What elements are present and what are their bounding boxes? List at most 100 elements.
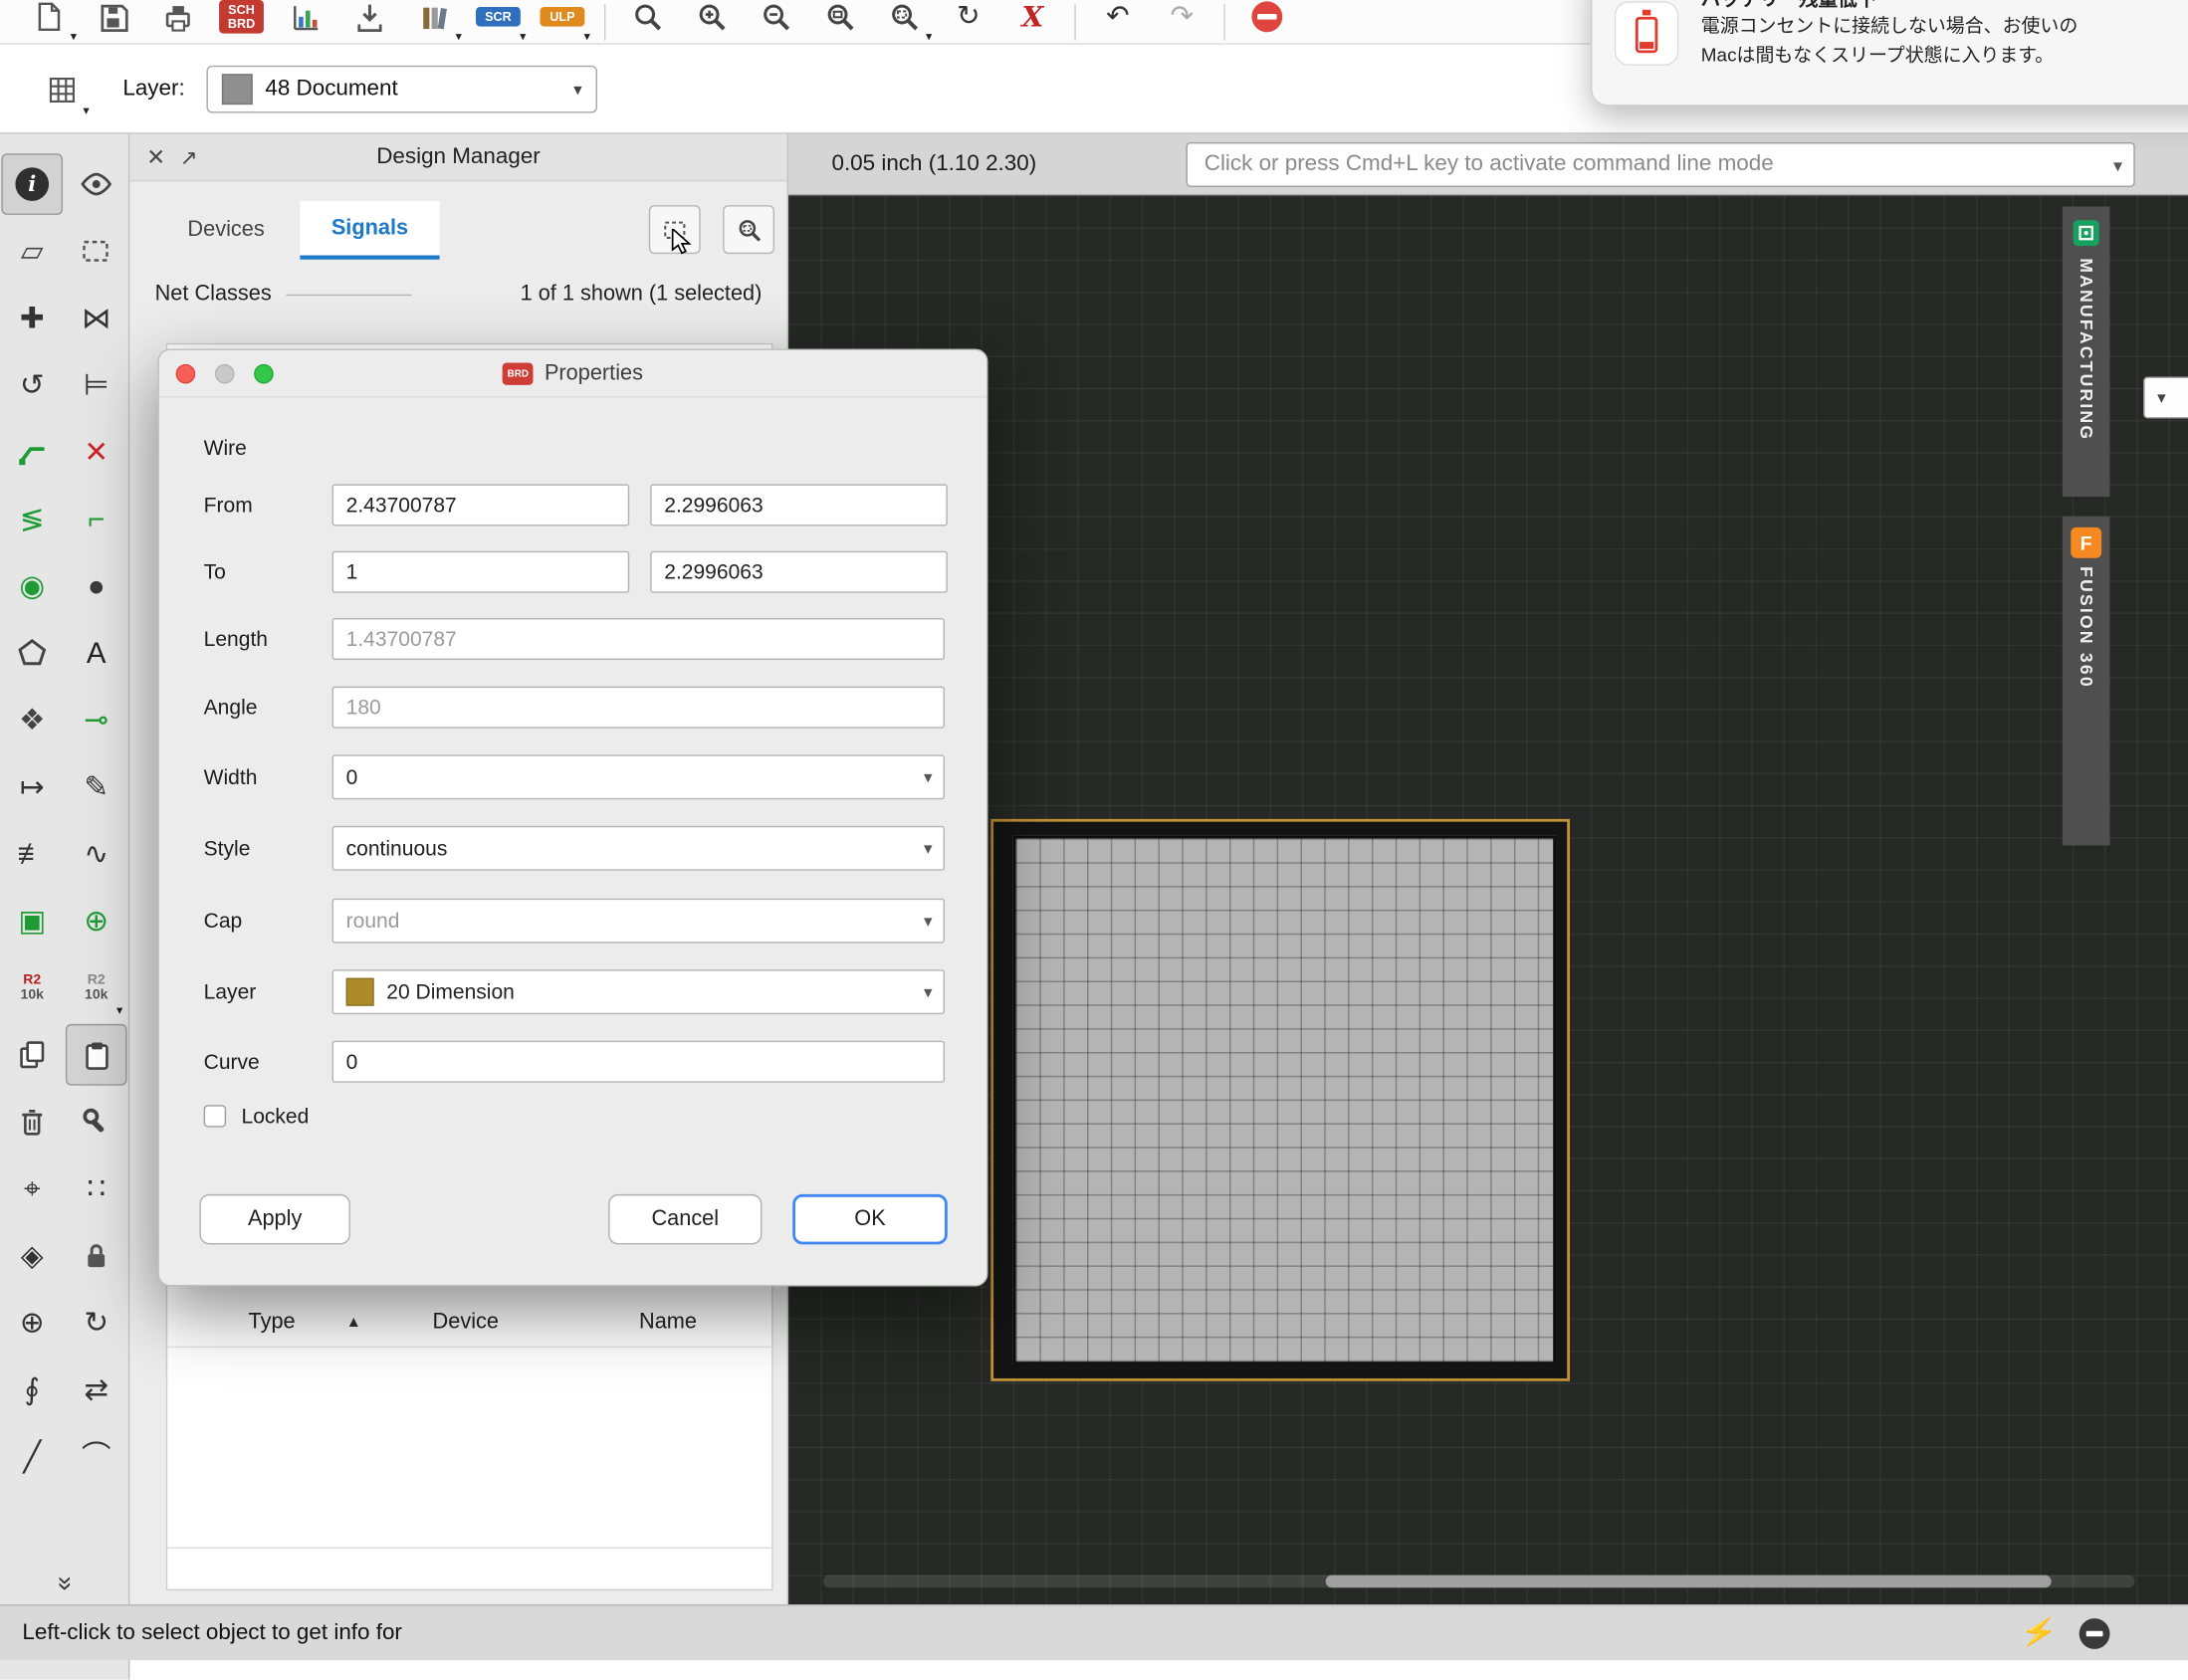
grid-icon	[45, 73, 79, 106]
command-input[interactable]	[1188, 143, 2133, 185]
to-y-input[interactable]	[650, 551, 948, 593]
manufacturing-tab[interactable]: MANUFACTURING	[2063, 206, 2110, 497]
draw-arc-button[interactable]: ⌒	[66, 1426, 127, 1488]
run-ulp-button[interactable]: ULP▾	[531, 0, 594, 45]
redo-button[interactable]: ↷	[1150, 0, 1213, 45]
coil-button[interactable]: ∮	[1, 1359, 63, 1420]
ok-button[interactable]: OK	[792, 1194, 948, 1244]
zoom-selection-button[interactable]	[723, 205, 774, 254]
zoom-out-button[interactable]	[744, 0, 807, 45]
wrench-button[interactable]	[66, 1091, 127, 1153]
horizontal-scrollbar[interactable]	[823, 1575, 2135, 1588]
zoom-window-button[interactable]	[615, 0, 679, 45]
move-button[interactable]: ✚	[1, 288, 63, 349]
locked-checkbox[interactable]	[204, 1105, 226, 1127]
show-button[interactable]	[66, 153, 127, 215]
close-icon[interactable]: ✕	[146, 143, 165, 171]
add-part-button[interactable]: ⊕	[66, 890, 127, 951]
via-icon: ◉	[19, 571, 45, 600]
sort-ascending-icon[interactable]: ▲	[346, 1314, 361, 1331]
width-value: 0	[346, 765, 358, 789]
pad-button[interactable]: ●	[66, 555, 127, 617]
status-icons: ⚡	[2021, 1616, 2166, 1650]
miter-button[interactable]: ⊸	[66, 689, 127, 750]
signal-hide-button[interactable]: ≢	[1, 823, 63, 885]
column-name[interactable]: Name	[639, 1310, 697, 1335]
canvas-side-dropdown[interactable]: ▾	[2143, 376, 2188, 418]
cancel-button[interactable]: Cancel	[608, 1194, 762, 1244]
display-layers-button[interactable]: ▱	[1, 220, 63, 282]
style-select[interactable]: continuous ▾	[332, 826, 945, 871]
pinswap-button[interactable]: ↦	[1, 756, 63, 818]
redraw-button[interactable]: ↻	[937, 0, 1000, 45]
draw-arc-icon: ⌒	[82, 1442, 110, 1471]
zoom-select-button[interactable]: ▾	[872, 0, 936, 45]
via-button[interactable]: ◉	[1, 555, 63, 617]
smash-button[interactable]: R210k ▾	[66, 957, 127, 1019]
width-select[interactable]: 0 ▾	[332, 754, 945, 799]
switch-sch-brd-button[interactable]: SCHBRD	[209, 0, 273, 45]
mirror-button[interactable]: ⋈	[66, 288, 127, 349]
open-document-button[interactable]: ▾	[17, 0, 81, 45]
unroute-button[interactable]: ⌐	[66, 489, 127, 550]
board-3d-button[interactable]: ▣	[1, 890, 63, 951]
from-x-input[interactable]	[332, 484, 630, 525]
run-script-button[interactable]: SCR▾	[466, 0, 530, 45]
copy-button[interactable]	[1, 1024, 63, 1086]
paste-button[interactable]	[66, 1024, 127, 1086]
print-button[interactable]	[145, 0, 209, 45]
from-y-input[interactable]	[650, 484, 948, 525]
apply-button[interactable]: Apply	[199, 1194, 349, 1244]
command-line[interactable]: ▾	[1187, 142, 2135, 187]
polygon-button[interactable]	[1, 622, 63, 684]
board-canvas[interactable]	[788, 195, 2188, 1604]
battery-notification[interactable]: バッテリー残量低下 電源コンセントに接続しない場合、お使いの Macは間もなくス…	[1591, 0, 2188, 106]
library-button[interactable]: ▾	[402, 0, 466, 45]
sheet-chart-button[interactable]	[274, 0, 337, 45]
meander-button[interactable]: ∿	[66, 823, 127, 885]
cancel-command-button[interactable]: X	[1000, 0, 1064, 45]
dialog-titlebar[interactable]: BRD Properties	[159, 350, 986, 398]
smash-icon: R210k	[85, 972, 108, 1003]
ripup-button[interactable]: ✕	[66, 421, 127, 483]
rotate-button[interactable]: ↺	[1, 354, 63, 416]
import-button[interactable]	[337, 0, 401, 45]
fusion-360-tab[interactable]: F FUSION 360	[2063, 517, 2110, 846]
caret-icon: ▾	[116, 1004, 122, 1017]
error-stop-icon[interactable]	[2079, 1617, 2110, 1648]
tag-button[interactable]: ◈	[1, 1225, 63, 1287]
route-differential-button[interactable]: ≶	[1, 489, 63, 550]
info-button[interactable]: i	[1, 153, 63, 215]
value-button[interactable]: R210k	[1, 957, 63, 1019]
column-device[interactable]: Device	[433, 1310, 499, 1335]
popout-icon[interactable]: ↗	[180, 144, 198, 169]
swap-gates-button[interactable]: ⇄	[66, 1359, 127, 1420]
route-button[interactable]	[1, 421, 63, 483]
tab-devices[interactable]: Devices	[156, 201, 296, 260]
layer-field-select[interactable]: 20 Dimension ▾	[332, 969, 945, 1014]
replace-button[interactable]: ↻	[66, 1292, 127, 1354]
save-button[interactable]	[81, 0, 144, 45]
to-x-input[interactable]	[332, 551, 630, 593]
text-button[interactable]: A	[66, 622, 127, 684]
scrollbar-thumb[interactable]	[1326, 1575, 2052, 1588]
column-type[interactable]: Type	[249, 1310, 296, 1335]
curve-input[interactable]	[332, 1041, 945, 1083]
stop-button[interactable]	[1235, 0, 1299, 45]
draw-line-button[interactable]: ╱	[1, 1426, 63, 1488]
zoom-fit-button[interactable]	[808, 0, 872, 45]
tab-signals[interactable]: Signals	[300, 201, 439, 260]
split-button[interactable]: ❖	[1, 689, 63, 750]
delete-button[interactable]	[1, 1091, 63, 1153]
zoom-in-button[interactable]	[680, 0, 744, 45]
test-point-button[interactable]: ⊕	[1, 1292, 63, 1354]
undo-button[interactable]: ↶	[1086, 0, 1150, 45]
probe-button[interactable]: ⌖	[1, 1157, 63, 1219]
rename-button[interactable]: ✎	[66, 756, 127, 818]
lock-button[interactable]	[66, 1225, 127, 1287]
group-select-button[interactable]	[66, 220, 127, 282]
grid-settings-button[interactable]: ▾	[31, 59, 93, 120]
layer-select[interactable]: 48 Document ▾	[206, 66, 597, 113]
align-button[interactable]: ⊨	[66, 354, 127, 416]
optimize-button[interactable]: ∷	[66, 1157, 127, 1219]
